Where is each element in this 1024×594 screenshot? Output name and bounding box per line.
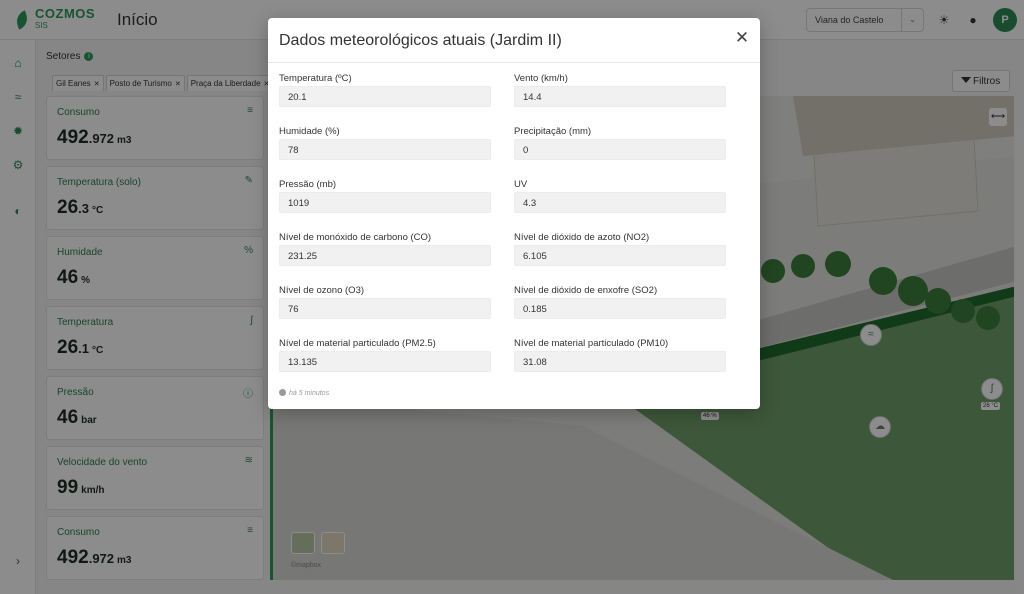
field-label: Nível de monóxido de carbono (CO) (279, 232, 432, 243)
field-value: 13.135 (279, 351, 491, 372)
field-temperatura: Temperatura (ºC) 20.1 (279, 73, 515, 107)
field-vento: Vento (km/h) 14.4 (514, 73, 750, 107)
field-pm10: Nível de material particulado (PM10) 31.… (514, 338, 750, 372)
field-label: Vento (km/h) (514, 73, 568, 84)
field-precipitacao: Precipitação (mm) 0 (514, 126, 750, 160)
field-label: Temperatura (ºC) (279, 73, 352, 84)
field-value: 0.185 (514, 298, 726, 319)
field-pressao: Pressão (mb) 1019 (279, 179, 515, 213)
field-value: 1019 (279, 192, 491, 213)
field-label: Nível de dióxido de enxofre (SO2) (514, 285, 658, 296)
field-co: Nível de monóxido de carbono (CO) 231.25 (279, 232, 515, 266)
field-value: 6.105 (514, 245, 726, 266)
field-no2: Nível de dióxido de azoto (NO2) 6.105 (514, 232, 750, 266)
field-label: Nível de dióxido de azoto (NO2) (514, 232, 650, 243)
field-value: 4.3 (514, 192, 726, 213)
field-o3: Nível de ozono (O3) 76 (279, 285, 515, 319)
last-updated: há 5 minutos (279, 389, 329, 397)
field-label: Nível de material particulado (PM2.5) (279, 338, 436, 349)
modal-title: Dados meteorológicos atuais (Jardim II) (279, 32, 562, 49)
field-value: 76 (279, 298, 491, 319)
field-value: 0 (514, 139, 726, 160)
field-label: Humidade (%) (279, 126, 340, 137)
field-label: Precipitação (mm) (514, 126, 592, 137)
field-value: 14.4 (514, 86, 726, 107)
clock-icon (279, 389, 286, 396)
field-pm25: Nível de material particulado (PM2.5) 13… (279, 338, 515, 372)
field-so2: Nível de dióxido de enxofre (SO2) 0.185 (514, 285, 750, 319)
field-label: Pressão (mb) (279, 179, 337, 190)
field-label: UV (514, 179, 528, 190)
field-humidade: Humidade (%) 78 (279, 126, 515, 160)
field-label: Nível de material particulado (PM10) (514, 338, 669, 349)
weather-data-modal: Dados meteorológicos atuais (Jardim II) … (268, 18, 760, 409)
field-uv: UV 4.3 (514, 179, 750, 213)
field-value: 78 (279, 139, 491, 160)
last-updated-text: há 5 minutos (289, 390, 330, 397)
field-label: Nível de ozono (O3) (279, 285, 365, 296)
field-value: 20.1 (279, 86, 491, 107)
modal-divider (268, 62, 760, 63)
field-value: 31.08 (514, 351, 726, 372)
field-value: 231.25 (279, 245, 491, 266)
close-icon[interactable]: ✕ (733, 29, 751, 47)
